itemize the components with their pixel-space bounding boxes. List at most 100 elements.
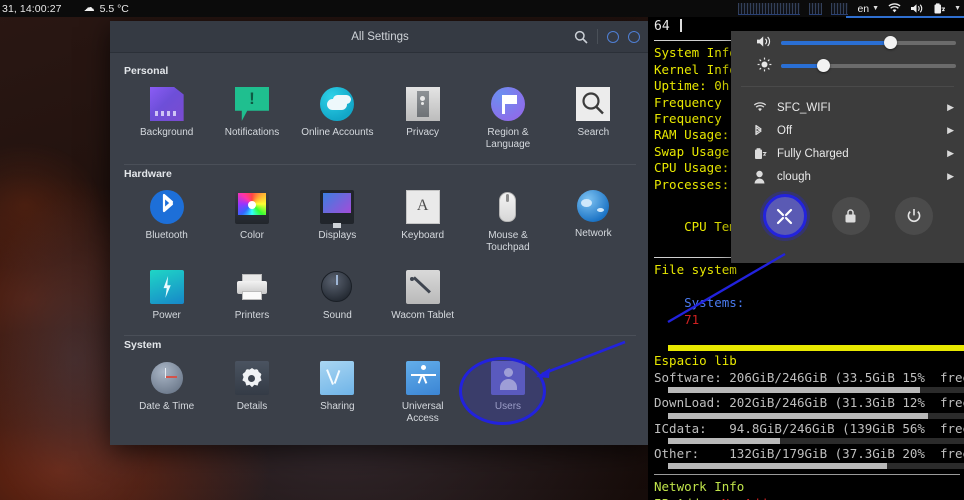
window-close-button[interactable] (628, 30, 640, 43)
top-panel: 31, 14:00:27 ☁ 5.5 °C en ▼ ▼ (0, 0, 964, 17)
user-icon (753, 170, 777, 184)
header-divider (597, 29, 598, 44)
settings-item-sharing[interactable]: Sharing (295, 353, 380, 431)
disk-usage-bar (668, 412, 964, 419)
settings-item-label: Online Accounts (301, 127, 374, 138)
settings-item-label: Background (139, 127, 194, 138)
volume-slider-row[interactable] (731, 31, 964, 54)
settings-item-details[interactable]: Details (209, 353, 294, 431)
section-divider (124, 164, 636, 165)
settings-item-power[interactable]: Power (124, 262, 209, 328)
settings-item-label: Mouse & Touchpad (486, 230, 530, 253)
settings-item-date-time[interactable]: Date & Time (124, 353, 209, 431)
menu-item-bluetooth[interactable]: Off ▶ (731, 119, 964, 142)
search-icon[interactable] (574, 30, 588, 44)
brightness-icon (753, 57, 775, 75)
settings-item-displays[interactable]: Displays (295, 182, 380, 260)
volume-slider-fill (781, 40, 890, 45)
settings-item-label: Power (152, 310, 181, 321)
search-settings-icon (576, 87, 611, 121)
settings-item-online-accounts[interactable]: Online Accounts (295, 79, 380, 157)
menu-item-label: Fully Charged (777, 147, 849, 160)
conky-divider-3 (654, 474, 960, 476)
disk-usage-bar (668, 387, 964, 394)
system-menu-actions (731, 194, 964, 238)
cloud-icon: ☁ (83, 2, 95, 14)
ip-row: IP Addr: No Address (650, 496, 964, 500)
settings-item-printers[interactable]: Printers (209, 262, 294, 328)
chevron-right-icon[interactable]: ▶ (947, 171, 954, 182)
settings-item-sound[interactable]: Sound (295, 262, 380, 328)
disk-usage-bar (668, 437, 964, 444)
volume-icon (753, 35, 775, 51)
clock[interactable]: 31, 14:00:27 (0, 3, 62, 15)
weather-temperature: 5.5 °C (99, 2, 129, 15)
network-graph-applet[interactable] (831, 2, 849, 15)
chevron-right-icon[interactable]: ▶ (947, 102, 954, 113)
group-title-system: System (124, 339, 162, 351)
wifi-icon[interactable] (888, 3, 901, 14)
settings-item-network[interactable]: Network (551, 182, 636, 260)
settings-grid-filler (465, 262, 550, 328)
tray-chevron-down-icon[interactable]: ▼ (954, 5, 961, 12)
settings-item-label: Users (494, 401, 522, 412)
menu-item-user[interactable]: clough ▶ (731, 165, 964, 188)
memory-graph-applet[interactable] (809, 2, 823, 15)
all-settings-window: All Settings Personal Background Notific… (110, 21, 650, 445)
brightness-slider-row[interactable] (731, 54, 964, 77)
settings-item-color[interactable]: Color (209, 182, 294, 260)
settings-item-wacom-tablet[interactable]: Wacom Tablet (380, 262, 465, 328)
settings-item-label: Printers (234, 310, 270, 321)
cpu-graph-applet[interactable] (738, 2, 801, 15)
system-status-menu: SFC_WIFI ▶ Off ▶ Fully Charged ▶ clough … (731, 31, 964, 263)
terminal-cursor (679, 19, 682, 32)
lock-button[interactable] (831, 197, 870, 235)
group-title-personal: Personal (124, 65, 169, 77)
keyboard-layout-label: en (857, 2, 870, 15)
disk-bar-row (650, 437, 964, 444)
brightness-slider-knob[interactable] (817, 58, 830, 72)
settings-item-search[interactable]: Search (551, 79, 636, 157)
color-icon (234, 190, 269, 224)
volume-slider-track[interactable] (781, 35, 956, 49)
privacy-icon (405, 87, 440, 121)
system-tray: en ▼ ▼ (738, 0, 964, 17)
settings-item-label: Search (577, 127, 610, 138)
espacio-label: Espacio lib (654, 353, 737, 369)
settings-item-label: Bluetooth (145, 230, 188, 241)
keyboard-layout-indicator[interactable]: en ▼ (857, 3, 879, 15)
settings-button[interactable] (762, 194, 807, 238)
weather-applet[interactable]: ☁ 5.5 °C (84, 3, 129, 15)
settings-item-region-language[interactable]: Region & Language (465, 79, 550, 157)
keyboard-icon (405, 190, 440, 224)
chevron-right-icon[interactable]: ▶ (947, 125, 954, 136)
window-minimize-button[interactable] (607, 30, 619, 43)
settings-item-label: Notifications (224, 127, 280, 138)
volume-slider-knob[interactable] (883, 35, 897, 49)
brightness-slider-track[interactable] (781, 58, 956, 72)
systems-value: 71 (684, 311, 700, 327)
systems-label: Systems: (684, 295, 745, 311)
volume-icon[interactable] (910, 3, 924, 14)
power-button[interactable] (894, 197, 933, 235)
menu-divider (741, 86, 954, 87)
settings-item-bluetooth[interactable]: Bluetooth (124, 182, 209, 260)
settings-item-background[interactable]: Background (124, 79, 209, 157)
sharing-icon (320, 361, 355, 395)
settings-item-keyboard[interactable]: Keyboard (380, 182, 465, 260)
settings-item-mouse-touchpad[interactable]: Mouse & Touchpad (465, 182, 550, 260)
menu-item-label: clough (777, 170, 811, 183)
date-time-icon (150, 361, 184, 395)
menu-item-battery[interactable]: Fully Charged ▶ (731, 142, 964, 165)
settings-item-universal-access[interactable]: Universal Access (380, 353, 465, 431)
printers-icon (235, 270, 269, 304)
settings-item-notifications[interactable]: Notifications (209, 79, 294, 157)
settings-item-users[interactable]: Users (465, 353, 550, 431)
settings-item-privacy[interactable]: Privacy (380, 79, 465, 157)
menu-item-wifi[interactable]: SFC_WIFI ▶ (731, 96, 964, 119)
tray-active-underline (846, 16, 964, 18)
settings-item-label: Region & Language (485, 127, 531, 150)
settings-item-label: Date & Time (139, 401, 195, 412)
chevron-right-icon[interactable]: ▶ (947, 148, 954, 159)
battery-icon[interactable] (933, 2, 946, 15)
